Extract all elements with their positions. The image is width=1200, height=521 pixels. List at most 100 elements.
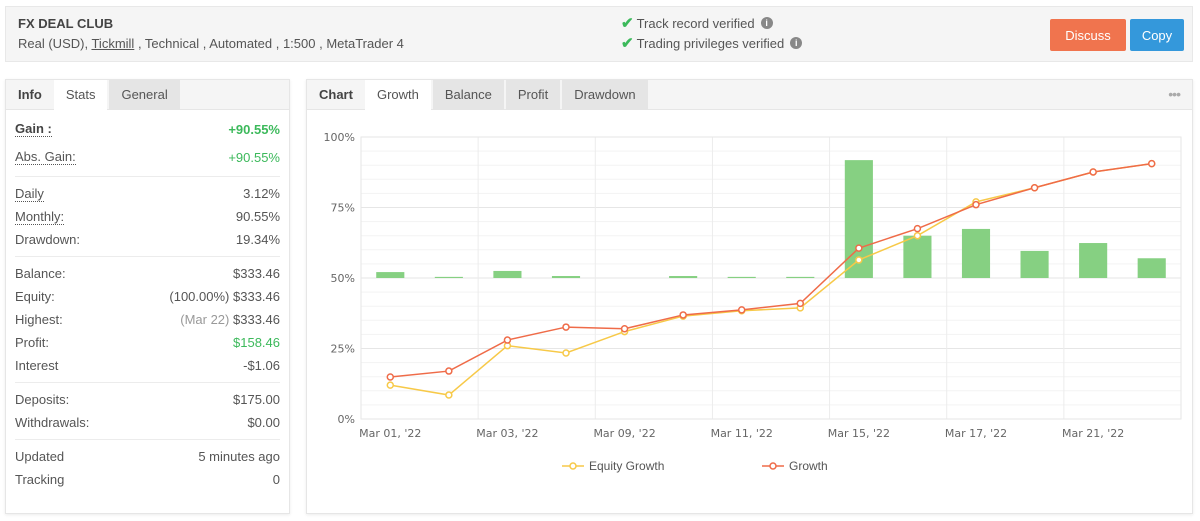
legend-equity-marker-icon bbox=[562, 462, 584, 470]
bar bbox=[493, 270, 522, 278]
stat-label: Highest: bbox=[15, 312, 63, 327]
stat-label: Balance: bbox=[15, 266, 66, 281]
tab-stats[interactable]: Stats bbox=[53, 80, 108, 111]
y-tick-label: 25% bbox=[331, 343, 355, 356]
tab-chart[interactable]: Chart bbox=[307, 80, 365, 110]
growth-point bbox=[972, 200, 980, 209]
growth-point bbox=[855, 244, 863, 252]
growth-point bbox=[1030, 184, 1039, 192]
account-type: Real (USD), bbox=[18, 36, 89, 51]
discuss-button[interactable]: Discuss bbox=[1050, 19, 1126, 51]
stat-value: +90.55% bbox=[228, 149, 280, 165]
stat-value: (100.00%) $333.46 bbox=[169, 289, 280, 304]
stat-amount: $333.46 bbox=[233, 289, 280, 304]
tab-profit[interactable]: Profit bbox=[505, 80, 561, 110]
equity-growth-line bbox=[390, 162, 1152, 396]
bar bbox=[1137, 258, 1166, 278]
stat-profit: Profit: $158.46 bbox=[15, 331, 280, 354]
tab-general[interactable]: General bbox=[109, 80, 180, 110]
stat-equity: Equity: (100.00%) $333.46 bbox=[15, 285, 280, 308]
stat-label[interactable]: Monthly: bbox=[15, 209, 65, 225]
equity-growth-point bbox=[445, 391, 453, 399]
y-tick-label: 50% bbox=[331, 272, 355, 285]
tab-balance[interactable]: Balance bbox=[432, 80, 504, 110]
legend-equity-growth[interactable]: Equity Growth bbox=[562, 459, 664, 473]
info-icon[interactable]: i bbox=[760, 17, 773, 29]
stat-label: Withdrawals: bbox=[15, 415, 90, 430]
bar bbox=[434, 276, 463, 278]
growth-point bbox=[445, 367, 453, 375]
stat-value: -$1.06 bbox=[243, 358, 280, 373]
bar bbox=[669, 276, 698, 278]
divider bbox=[15, 382, 280, 383]
more-options-icon[interactable]: ••• bbox=[1168, 86, 1181, 102]
copy-button[interactable]: Copy bbox=[1130, 19, 1184, 51]
account-title: FX DEAL CLUB bbox=[18, 16, 114, 31]
stat-daily: Daily 3.12% bbox=[15, 182, 280, 205]
stat-label[interactable]: Abs. Gain: bbox=[15, 149, 76, 165]
bar bbox=[1020, 250, 1049, 278]
legend-growth-marker-icon bbox=[762, 462, 784, 470]
stat-label: Equity: bbox=[15, 289, 55, 304]
x-tick-label: Mar 09, '22 bbox=[593, 427, 655, 440]
stat-label: Updated bbox=[15, 449, 65, 464]
stats-tabbar: Info Stats General bbox=[6, 80, 289, 111]
stat-label: Interest bbox=[15, 358, 59, 373]
broker-link[interactable]: Tickmill bbox=[91, 36, 134, 51]
track-record-verified: ✔ Track record verified i bbox=[621, 14, 773, 32]
stat-label: Drawdown: bbox=[15, 232, 81, 247]
verification-label: Trading privileges verified bbox=[636, 35, 785, 51]
stat-value: 90.55% bbox=[235, 209, 280, 224]
growth-point bbox=[679, 311, 687, 319]
equity-growth-point bbox=[562, 349, 570, 357]
stat-value: $175.00 bbox=[233, 392, 280, 407]
stat-value: $158.46 bbox=[233, 335, 280, 350]
stat-highest: Highest: (Mar 22) $333.46 bbox=[15, 308, 280, 331]
legend-label: Growth bbox=[789, 459, 828, 473]
chart-panel: Chart Growth Balance Profit Drawdown •••… bbox=[306, 79, 1193, 514]
x-tick-label: Mar 03, '22 bbox=[476, 427, 538, 440]
legend-label: Equity Growth bbox=[589, 459, 665, 473]
stat-label[interactable]: Daily bbox=[15, 186, 44, 202]
stat-value: (Mar 22) $333.46 bbox=[180, 312, 280, 327]
equity-growth-point bbox=[855, 256, 863, 264]
bar bbox=[376, 272, 405, 278]
growth-chart: 0% 25% 50% 75% 100% Mar 01, '22 Mar 03, '22 Mar… bbox=[324, 131, 1182, 440]
stat-value: $333.46 bbox=[233, 266, 280, 281]
growth-point bbox=[620, 325, 629, 333]
stat-label: Deposits: bbox=[15, 392, 70, 407]
x-tick-label: Mar 01, '22 bbox=[359, 427, 421, 440]
bar bbox=[1079, 243, 1108, 278]
stat-value: $0.00 bbox=[247, 415, 280, 430]
equity-growth-point bbox=[913, 231, 922, 240]
growth-point bbox=[562, 323, 570, 331]
growth-point bbox=[1089, 168, 1097, 176]
stat-value: 19.34% bbox=[235, 232, 280, 247]
y-tick-label: 75% bbox=[331, 202, 355, 215]
growth-point bbox=[737, 306, 746, 314]
stat-label[interactable]: Gain : bbox=[15, 121, 52, 137]
growth-point bbox=[386, 373, 395, 381]
check-icon: ✔ bbox=[621, 35, 634, 52]
stat-value: +90.55% bbox=[228, 121, 280, 137]
stat-amount: $333.46 bbox=[233, 312, 280, 327]
growth-point bbox=[1147, 159, 1156, 168]
tab-info[interactable]: Info bbox=[6, 80, 54, 110]
stat-drawdown: Drawdown: 19.34% bbox=[15, 228, 280, 251]
tab-drawdown[interactable]: Drawdown bbox=[562, 80, 648, 110]
info-icon[interactable]: i bbox=[790, 37, 803, 49]
x-tick-label: Mar 21, '22 bbox=[1062, 427, 1124, 440]
bar bbox=[727, 276, 756, 278]
stat-abs-gain: Abs. Gain: +90.55% bbox=[15, 143, 280, 171]
tab-growth[interactable]: Growth bbox=[364, 80, 431, 111]
y-tick-label: 100% bbox=[324, 131, 355, 144]
trading-privileges-verified: ✔ Trading privileges verified i bbox=[621, 34, 803, 52]
stat-label: Profit: bbox=[15, 335, 49, 350]
legend-growth[interactable]: Growth bbox=[762, 459, 828, 473]
check-icon: ✔ bbox=[621, 15, 634, 32]
bar bbox=[903, 235, 932, 278]
bar bbox=[551, 276, 581, 278]
stat-value: 0 bbox=[272, 472, 280, 487]
divider bbox=[15, 439, 280, 440]
growth-point bbox=[503, 336, 512, 344]
